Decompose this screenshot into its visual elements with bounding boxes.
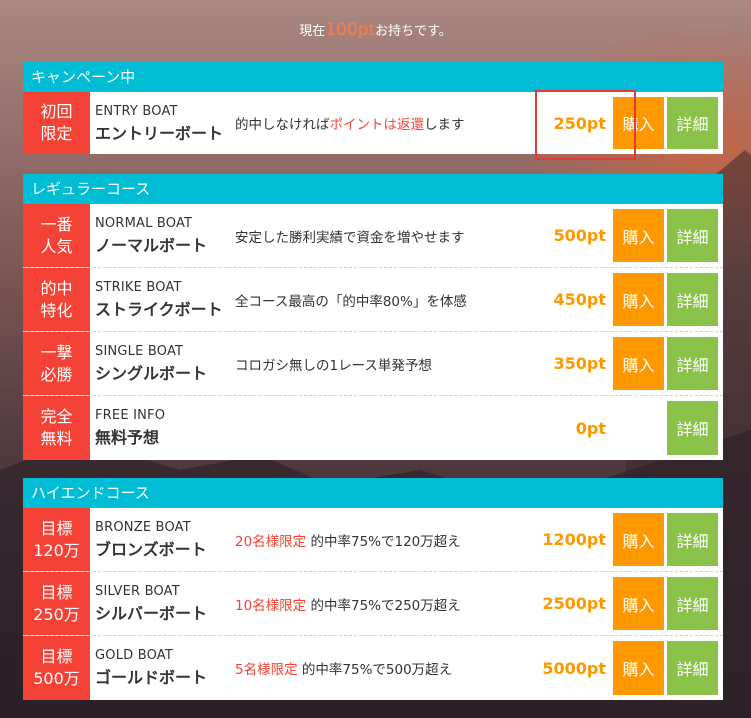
plan-tag: 一番 人気: [23, 204, 90, 267]
plan-row-gold-boat: 目標 500万 GOLD BOAT ゴールドボート 5名様限定 的中率75%で5…: [23, 636, 723, 700]
plan-description-highlight: ポイントは返還: [329, 117, 425, 133]
highend-section-title: ハイエンドコース: [23, 478, 723, 508]
detail-button[interactable]: 詳細: [667, 401, 718, 455]
plan-name-en: GOLD BOAT: [95, 648, 174, 663]
plan-tag: 目標 250万: [23, 572, 90, 635]
plan-name-jp: シルバーボート: [95, 604, 208, 623]
plan-price: 5000pt: [542, 658, 606, 678]
detail-button[interactable]: 詳細: [667, 273, 718, 326]
plan-name-jp: ゴールドボート: [95, 668, 208, 687]
plan-name: BRONZE BOAT ブロンズボート: [95, 520, 207, 560]
plan-tag: 目標 120万: [23, 508, 90, 571]
plan-description-text-end: します: [424, 117, 465, 133]
plan-name-en: STRIKE BOAT: [95, 280, 182, 295]
plan-name: FREE INFO 無料予想: [95, 408, 165, 448]
plan-price: 1200pt: [542, 530, 606, 549]
buy-button[interactable]: 購入: [613, 577, 664, 630]
buy-button[interactable]: 購入: [613, 337, 664, 390]
plan-name: GOLD BOAT ゴールドボート: [95, 648, 207, 688]
regular-section-title: レギュラーコース: [23, 174, 723, 204]
buy-button[interactable]: 購入: [613, 209, 664, 262]
highend-course-section: ハイエンドコース 目標 120万 BRONZE BOAT ブロンズボート 20名…: [23, 478, 723, 700]
plan-description-text: 的中しなければ: [235, 117, 330, 133]
buy-button[interactable]: 購入: [613, 97, 664, 149]
buy-button[interactable]: 購入: [613, 513, 664, 566]
detail-button[interactable]: 詳細: [667, 641, 718, 695]
plan-row-strike-boat: 的中 特化 STRIKE BOAT ストライクボート 全コース最高の「的中率80…: [23, 268, 723, 332]
plan-description: 全コース最高の「的中率80%」を体感: [235, 293, 467, 310]
plan-description: 20名様限定 的中率75%で120万超え: [235, 508, 461, 571]
plan-name-jp: ブロンズボート: [95, 540, 207, 559]
plan-description: 5名様限定 的中率75%で500万超え: [235, 636, 452, 700]
plan-tag: 初回 限定: [23, 92, 90, 154]
plan-name-en: SILVER BOAT: [95, 584, 180, 599]
plan-price: 250pt: [553, 113, 607, 133]
plan-name-jp: 無料予想: [95, 428, 160, 447]
plan-row-bronze-boat: 目標 120万 BRONZE BOAT ブロンズボート 20名様限定 的中率75…: [23, 508, 723, 572]
plan-name-en: BRONZE BOAT: [95, 520, 191, 535]
detail-button[interactable]: 詳細: [667, 97, 718, 149]
detail-button[interactable]: 詳細: [667, 513, 718, 566]
buy-button[interactable]: 購入: [613, 641, 664, 695]
points-prefix: 現在: [299, 24, 326, 39]
plan-description: 安定した勝利実績で資金を増やせます: [235, 229, 465, 246]
plan-name: ENTRY BOAT エントリーボート: [95, 104, 223, 144]
plan-name-en: ENTRY BOAT: [95, 104, 178, 119]
campaign-section-title: キャンペーン中: [23, 62, 723, 92]
plan-name: STRIKE BOAT ストライクボート: [95, 280, 223, 320]
plan-price: 2500pt: [542, 594, 606, 613]
plan-name-jp: シングルボート: [95, 364, 208, 383]
plan-name-jp: ノーマルボート: [95, 236, 208, 255]
plan-name: SINGLE BOAT シングルボート: [95, 344, 207, 384]
plan-row-entry-boat: 初回 限定 ENTRY BOAT エントリーボート 的中しなければ ポイントは返還…: [23, 92, 723, 154]
plan-price: 350pt: [553, 354, 607, 373]
plan-name-jp: ストライクボート: [95, 300, 223, 319]
plan-tag: 完全 無料: [23, 396, 90, 460]
plan-row-free-info: 完全 無料 FREE INFO 無料予想 0pt 詳細: [23, 396, 723, 460]
plan-name-en: FREE INFO: [95, 408, 166, 423]
regular-course-section: レギュラーコース 一番 人気 NORMAL BOAT ノーマルボート 安定した勝…: [23, 174, 723, 460]
buy-button[interactable]: 購入: [613, 273, 664, 326]
plan-tag: 的中 特化: [23, 268, 90, 331]
points-suffix: お持ちです。: [375, 24, 452, 39]
plan-tag: 一撃 必勝: [23, 332, 90, 395]
campaign-section: キャンペーン中 初回 限定 ENTRY BOAT エントリーボート 的中しなけれ…: [23, 62, 723, 154]
plan-tag: 目標 500万: [23, 636, 90, 700]
plan-price: 450pt: [553, 290, 607, 309]
plan-row-single-boat: 一撃 必勝 SINGLE BOAT シングルボート コロガシ無しの1レース単発予…: [23, 332, 723, 396]
detail-button[interactable]: 詳細: [667, 337, 718, 390]
plan-price: 0pt: [575, 418, 606, 438]
plan-name: NORMAL BOAT ノーマルボート: [95, 216, 207, 256]
plan-price: 500pt: [553, 226, 607, 245]
detail-button[interactable]: 詳細: [667, 209, 718, 262]
limited-badge-text: 10名様限定: [235, 597, 307, 614]
plan-description-text: 的中率75%で250万超え: [306, 597, 461, 614]
plan-name-jp: エントリーボート: [95, 124, 224, 143]
plan-description-text: 的中率75%で500万超え: [297, 662, 453, 678]
plan-description: 10名様限定 的中率75%で250万超え: [235, 572, 461, 635]
detail-button[interactable]: 詳細: [667, 577, 718, 630]
plan-name-en: SINGLE BOAT: [95, 344, 184, 359]
plan-row-normal-boat: 一番 人気 NORMAL BOAT ノーマルボート 安定した勝利実績で資金を増や…: [23, 204, 723, 268]
plan-row-silver-boat: 目標 250万 SILVER BOAT シルバーボート 10名様限定 的中率75…: [23, 572, 723, 636]
points-value: 100pt: [325, 20, 376, 40]
plan-name: SILVER BOAT シルバーボート: [95, 584, 207, 624]
plan-description-text: 的中率75%で120万超え: [306, 533, 461, 550]
plan-description: コロガシ無しの1レース単発予想: [235, 357, 432, 374]
limited-badge-text: 5名様限定: [235, 662, 298, 678]
plan-name-en: NORMAL BOAT: [95, 216, 193, 231]
limited-badge-text: 20名様限定: [235, 533, 307, 550]
points-balance: 現在100ptお持ちです。: [0, 18, 751, 44]
plan-description: 的中しなければ ポイントは返還 します: [235, 92, 465, 154]
